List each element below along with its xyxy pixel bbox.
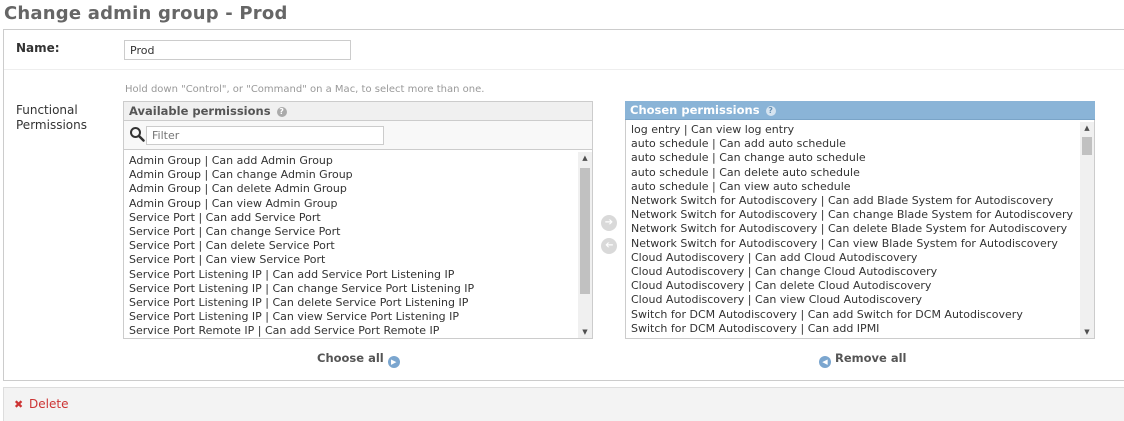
permissions-label: Functional Permissions [16, 103, 106, 133]
permission-option[interactable]: Switch for DCM Autodiscovery | Can add S… [626, 308, 1080, 322]
permission-option[interactable]: Network Switch for Autodiscovery | Can c… [626, 208, 1080, 222]
permission-option[interactable]: log entry | Can view log entry [626, 123, 1080, 137]
change-form: Name: Hold down "Control", or "Command" … [3, 29, 1124, 381]
available-permissions-box: Available permissions ? Admin Group | Ca… [123, 101, 593, 339]
permission-option[interactable]: Cloud Autodiscovery | Can add Cloud Auto… [626, 251, 1080, 265]
choose-all-label: Choose all [317, 351, 384, 365]
add-selected-button[interactable]: ➔ [601, 215, 617, 231]
help-icon[interactable]: ? [765, 105, 776, 116]
remove-selected-button[interactable]: ➔ [601, 238, 617, 254]
scrollbar-thumb[interactable] [580, 168, 590, 294]
permission-option[interactable]: Network Switch for Autodiscovery | Can v… [626, 237, 1080, 251]
filter-input[interactable] [146, 126, 384, 145]
delete-label: Delete [29, 397, 69, 411]
chosen-title-text: Chosen permissions [630, 103, 760, 117]
permission-option[interactable]: Service Port | Can view Service Port [124, 253, 578, 267]
chosen-permissions-box: Chosen permissions ? log entry | Can vie… [625, 101, 1095, 339]
name-row: Name: [4, 30, 1124, 70]
permission-option[interactable]: Service Port | Can delete Service Port [124, 239, 578, 253]
remove-all-label: Remove all [835, 351, 907, 365]
chosen-permissions-list[interactable]: log entry | Can view log entry auto sched… [626, 122, 1080, 338]
permissions-label-line1: Functional [16, 103, 78, 117]
filter-row [124, 121, 592, 150]
available-permissions-list[interactable]: Admin Group | Can add Admin Group Admin G… [124, 152, 578, 338]
permission-option[interactable]: Service Port | Can add Service Port [124, 211, 578, 225]
permission-option[interactable]: Service Port Listening IP | Can add Serv… [124, 268, 578, 282]
permission-option[interactable]: auto schedule | Can delete auto schedule [626, 166, 1080, 180]
permission-option[interactable]: Service Port | Can change Service Port [124, 225, 578, 239]
arrow-left-circle-icon: ◀ [819, 356, 831, 368]
name-input[interactable] [124, 40, 351, 60]
permission-option[interactable]: Admin Group | Can change Admin Group [124, 168, 578, 182]
page-title: Change admin group - Prod [4, 3, 288, 24]
delete-x-icon: ✖ [14, 398, 24, 411]
permission-option[interactable]: Service Port Listening IP | Can view Ser… [124, 310, 578, 324]
chosen-scrollbar[interactable]: ▲ ▼ [1080, 122, 1094, 338]
scroll-down-arrow-icon[interactable]: ▼ [1080, 326, 1094, 338]
delete-link[interactable]: ✖ Delete [14, 397, 68, 411]
permission-option[interactable]: Cloud Autodiscovery | Can delete Cloud A… [626, 279, 1080, 293]
remove-all-link[interactable]: ◀ Remove all [819, 351, 907, 368]
available-title-text: Available permissions [129, 104, 271, 118]
available-permissions-title: Available permissions ? [124, 102, 592, 121]
arrow-right-icon: ➔ [604, 217, 614, 228]
available-scrollbar[interactable]: ▲ ▼ [578, 152, 592, 338]
permissions-label-line2: Permissions [16, 118, 87, 132]
scrollbar-thumb[interactable] [1082, 137, 1092, 155]
permission-option[interactable]: auto schedule | Can view auto schedule [626, 180, 1080, 194]
scroll-up-arrow-icon[interactable]: ▲ [1080, 122, 1094, 134]
chosen-permissions-title: Chosen permissions ? [625, 101, 1095, 120]
permission-option[interactable]: Service Port Listening IP | Can delete S… [124, 296, 578, 310]
permission-option[interactable]: auto schedule | Can add auto schedule [626, 137, 1080, 151]
arrow-left-icon: ➔ [604, 240, 614, 251]
scroll-down-arrow-icon[interactable]: ▼ [578, 326, 592, 338]
search-icon [130, 127, 145, 142]
choose-all-link[interactable]: Choose all ▶ [317, 351, 400, 368]
permission-option[interactable]: Admin Group | Can add Admin Group [124, 154, 578, 168]
permission-option[interactable]: Admin Group | Can delete Admin Group [124, 182, 578, 196]
permission-option[interactable]: Service Port Listening IP | Can change S… [124, 282, 578, 296]
scroll-up-arrow-icon[interactable]: ▲ [578, 152, 592, 164]
permission-option[interactable]: Service Port Remote IP | Can add Service… [124, 324, 578, 338]
permission-option[interactable]: Network Switch for Autodiscovery | Can a… [626, 194, 1080, 208]
help-text: Hold down "Control", or "Command" on a M… [125, 84, 485, 95]
permission-option[interactable]: auto schedule | Can change auto schedule [626, 151, 1080, 165]
selector-move-buttons: ➔ ➔ [596, 210, 622, 270]
help-icon[interactable]: ? [276, 106, 287, 117]
permission-option[interactable]: Cloud Autodiscovery | Can view Cloud Aut… [626, 293, 1080, 307]
permission-option[interactable]: Cloud Autodiscovery | Can change Cloud A… [626, 265, 1080, 279]
permission-option[interactable]: Switch for DCM Autodiscovery | Can add I… [626, 322, 1080, 336]
arrow-right-circle-icon: ▶ [387, 356, 400, 368]
permission-option[interactable]: Admin Group | Can view Admin Group [124, 197, 578, 211]
submit-row: ✖ Delete [3, 387, 1124, 421]
permission-option[interactable]: Network Switch for Autodiscovery | Can d… [626, 222, 1080, 236]
name-label: Name: [16, 41, 60, 55]
